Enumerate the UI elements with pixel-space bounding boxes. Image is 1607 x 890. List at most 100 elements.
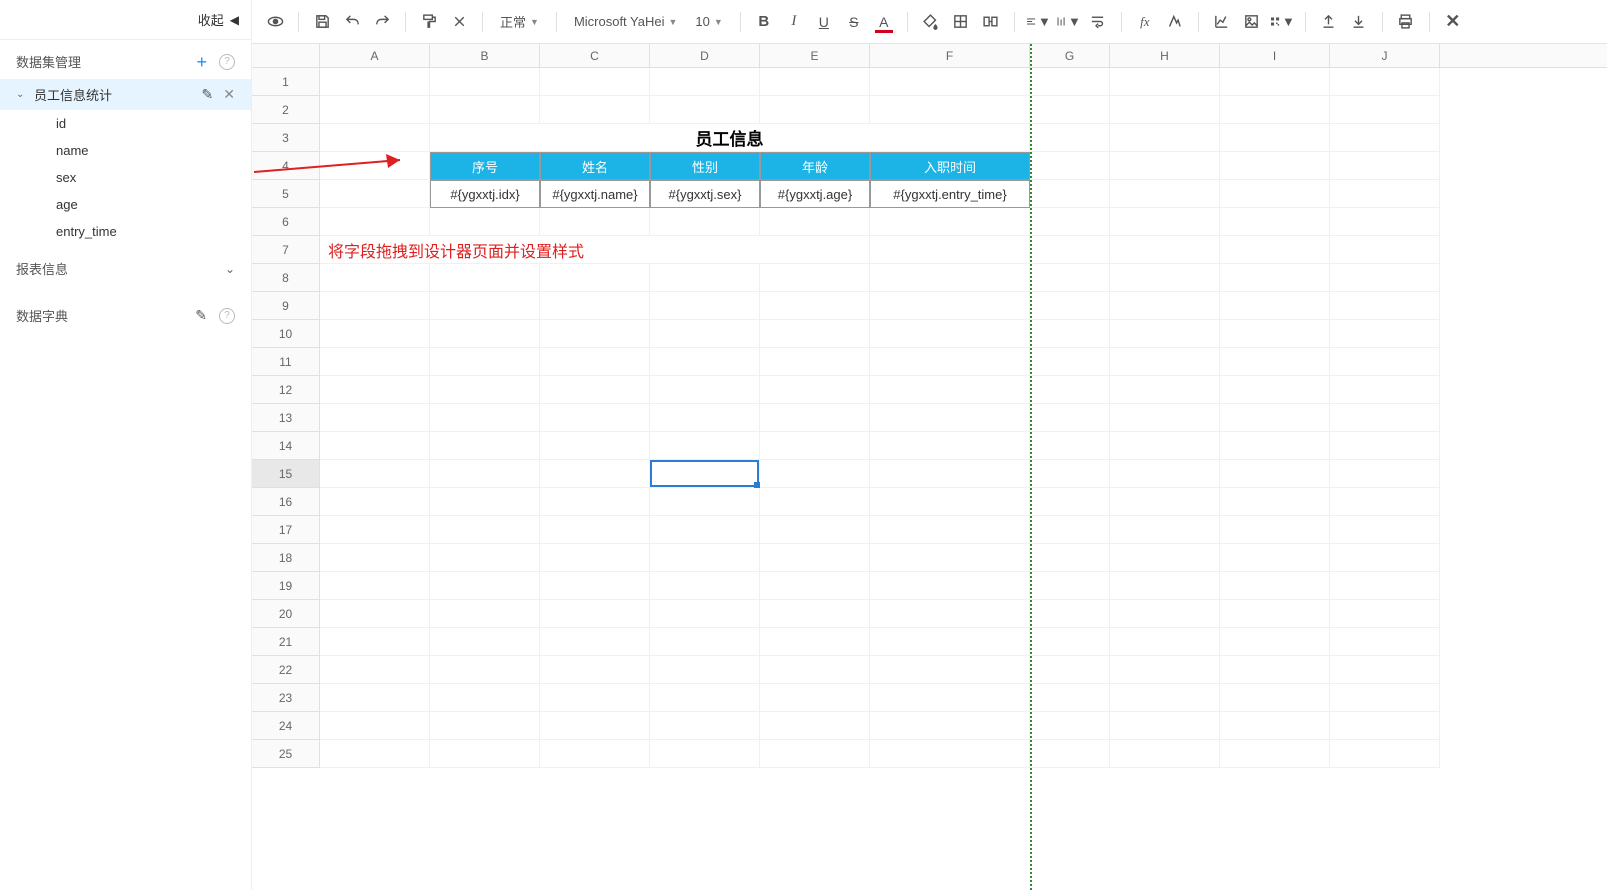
cell[interactable] [870,488,1030,516]
cell[interactable] [650,572,760,600]
cell[interactable] [430,320,540,348]
cell[interactable] [320,68,430,96]
cell[interactable] [320,208,430,236]
cell[interactable] [650,208,760,236]
cell[interactable] [870,376,1030,404]
row-header[interactable]: 15 [252,460,320,488]
cell[interactable] [1110,488,1220,516]
cell[interactable] [430,264,540,292]
cell[interactable] [1110,656,1220,684]
cell[interactable] [1030,544,1110,572]
cell[interactable] [1110,180,1220,208]
cell[interactable] [870,600,1030,628]
cell[interactable] [1330,544,1440,572]
cell[interactable] [320,404,430,432]
cell[interactable] [320,628,430,656]
cell[interactable] [430,404,540,432]
row-header[interactable]: 3 [252,124,320,152]
cell[interactable] [870,264,1030,292]
underline-button[interactable]: U [811,9,837,35]
cell[interactable] [430,684,540,712]
cell[interactable] [1330,656,1440,684]
cell[interactable] [320,544,430,572]
cell[interactable] [540,488,650,516]
row-header[interactable]: 8 [252,264,320,292]
cell[interactable] [1220,516,1330,544]
cell[interactable] [760,740,870,768]
chart-button[interactable] [1209,9,1235,35]
cell[interactable] [760,320,870,348]
cell[interactable] [870,68,1030,96]
cell[interactable] [1330,712,1440,740]
align-h-button[interactable]: ▼ [1025,9,1051,35]
cell[interactable] [1330,488,1440,516]
cell[interactable] [650,684,760,712]
cell[interactable] [1220,404,1330,432]
cell[interactable] [1030,320,1110,348]
table-data-cell[interactable]: #{ygxxtj.idx} [430,180,540,208]
cell[interactable] [1110,348,1220,376]
cell[interactable] [320,320,430,348]
cell[interactable] [760,68,870,96]
cell[interactable] [1110,404,1220,432]
cell[interactable] [760,404,870,432]
cell[interactable] [1110,600,1220,628]
table-data-cell[interactable]: #{ygxxtj.name} [540,180,650,208]
cell[interactable] [320,712,430,740]
cell[interactable] [1030,208,1110,236]
cell[interactable] [1030,124,1110,152]
cell[interactable] [870,208,1030,236]
cell[interactable] [1110,572,1220,600]
cell[interactable] [870,544,1030,572]
cell[interactable] [540,572,650,600]
cell[interactable] [430,544,540,572]
cell[interactable] [1330,376,1440,404]
cell[interactable] [760,628,870,656]
cell[interactable] [1330,68,1440,96]
cell[interactable] [1110,124,1220,152]
font-color-button[interactable]: A [871,9,897,35]
cell[interactable] [1330,628,1440,656]
cell[interactable] [650,404,760,432]
cell[interactable] [1110,320,1220,348]
row-header[interactable]: 25 [252,740,320,768]
help-dict-icon[interactable]: ? [219,308,235,324]
cell[interactable] [1330,460,1440,488]
table-header-cell[interactable]: 姓名 [540,152,650,180]
cell[interactable] [320,96,430,124]
cell[interactable] [320,376,430,404]
title-cell[interactable]: 员工信息 [430,124,1030,152]
cell[interactable] [760,432,870,460]
cell[interactable] [1030,432,1110,460]
bold-button[interactable]: B [751,9,777,35]
add-dataset-button[interactable]: + [196,53,207,71]
format-painter-button[interactable] [416,9,442,35]
column-header[interactable]: D [650,44,760,67]
dataset-field[interactable]: name [0,137,251,164]
undo-button[interactable] [339,9,365,35]
cell[interactable] [1030,516,1110,544]
cell[interactable] [1110,684,1220,712]
cell[interactable] [430,516,540,544]
redo-button[interactable] [369,9,395,35]
close-button[interactable]: ✕ [1440,9,1466,35]
column-header[interactable]: I [1220,44,1330,67]
cell[interactable] [430,292,540,320]
cell[interactable] [760,572,870,600]
cell[interactable] [320,292,430,320]
cell[interactable] [1220,572,1330,600]
cell[interactable] [1030,180,1110,208]
align-v-button[interactable]: ▼ [1055,9,1081,35]
cell[interactable] [1220,600,1330,628]
function-button[interactable]: fx [1132,9,1158,35]
remove-dataset-button[interactable]: ✕ [223,86,235,103]
cell[interactable] [1030,376,1110,404]
cell[interactable] [320,572,430,600]
cell[interactable] [870,348,1030,376]
cell[interactable] [1330,124,1440,152]
qrcode-button[interactable]: ▼ [1269,9,1295,35]
cell[interactable] [430,600,540,628]
cell[interactable] [870,656,1030,684]
cell[interactable] [870,516,1030,544]
cell[interactable] [1110,376,1220,404]
